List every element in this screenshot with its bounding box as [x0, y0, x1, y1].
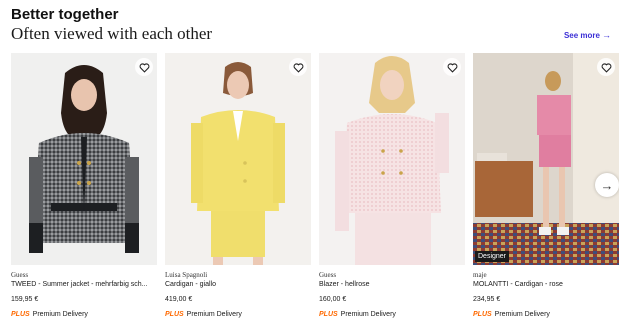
delivery-info: PLUS Premium Delivery	[319, 310, 465, 319]
carousel-next-button[interactable]: →	[595, 173, 619, 197]
product-name[interactable]: MOLANTTI - Cardigan - rose	[473, 280, 619, 290]
heart-outline-icon	[447, 62, 457, 73]
heart-outline-icon	[293, 62, 303, 73]
product-name[interactable]: Blazer - hellrose	[319, 280, 465, 290]
plus-logo: PLUS	[473, 311, 492, 318]
product-image[interactable]	[319, 53, 465, 265]
product-price: 160,00 €	[319, 296, 347, 303]
arrow-right-icon: →	[602, 30, 611, 40]
favorite-button[interactable]	[597, 58, 615, 76]
product-image[interactable]: Designer	[473, 53, 619, 265]
product-brand: maje	[473, 271, 487, 279]
plus-logo: PLUS	[11, 311, 30, 318]
heart-outline-icon	[601, 62, 611, 73]
delivery-info: PLUS Premium Delivery	[165, 310, 311, 319]
product-image[interactable]	[165, 53, 311, 265]
see-more-label: See more	[563, 30, 600, 40]
delivery-label: Premium Delivery	[32, 311, 88, 318]
product-brand: Luisa Spagnoli	[165, 271, 208, 279]
see-more-link[interactable]: See more →	[564, 30, 611, 40]
favorite-button[interactable]	[135, 58, 153, 76]
product-carousel: Guess TWEED - Summer jacket - mehrfarbig…	[11, 53, 619, 323]
plus-logo: PLUS	[165, 311, 184, 318]
product-image[interactable]	[11, 53, 157, 265]
product-photo	[319, 53, 465, 265]
delivery-label: Premium Delivery	[340, 311, 396, 318]
product-name[interactable]: TWEED - Summer jacket - mehrfarbig sch..…	[11, 280, 157, 290]
product-name[interactable]: Cardigan - giallo	[165, 280, 311, 290]
section-title: Often viewed with each other	[11, 24, 213, 43]
product-card[interactable]: Guess Blazer - hellrose 160,00 € PLUS Pr…	[319, 53, 465, 323]
arrow-right-icon: →	[600, 177, 614, 193]
product-photo	[473, 53, 619, 265]
product-price: 234,95 €	[473, 296, 501, 303]
delivery-label: Premium Delivery	[494, 311, 550, 318]
product-price: 159,95 €	[11, 296, 39, 303]
product-price: 419,00 €	[165, 296, 193, 303]
section-header: Better together Often viewed with each o…	[11, 6, 611, 46]
delivery-info: PLUS Premium Delivery	[11, 310, 157, 319]
product-card[interactable]: Guess TWEED - Summer jacket - mehrfarbig…	[11, 53, 157, 323]
delivery-label: Premium Delivery	[186, 311, 242, 318]
delivery-info: PLUS Premium Delivery	[473, 310, 619, 319]
favorite-button[interactable]	[289, 58, 307, 76]
section-eyebrow: Better together	[11, 6, 119, 23]
product-brand: Guess	[11, 271, 29, 279]
product-photo	[11, 53, 157, 265]
plus-logo: PLUS	[319, 311, 338, 318]
designer-badge: Designer	[475, 251, 510, 262]
product-photo	[165, 53, 311, 265]
product-card[interactable]: Luisa Spagnoli Cardigan - giallo 419,00 …	[165, 53, 311, 323]
heart-outline-icon	[139, 62, 149, 73]
product-brand: Guess	[319, 271, 337, 279]
favorite-button[interactable]	[443, 58, 461, 76]
